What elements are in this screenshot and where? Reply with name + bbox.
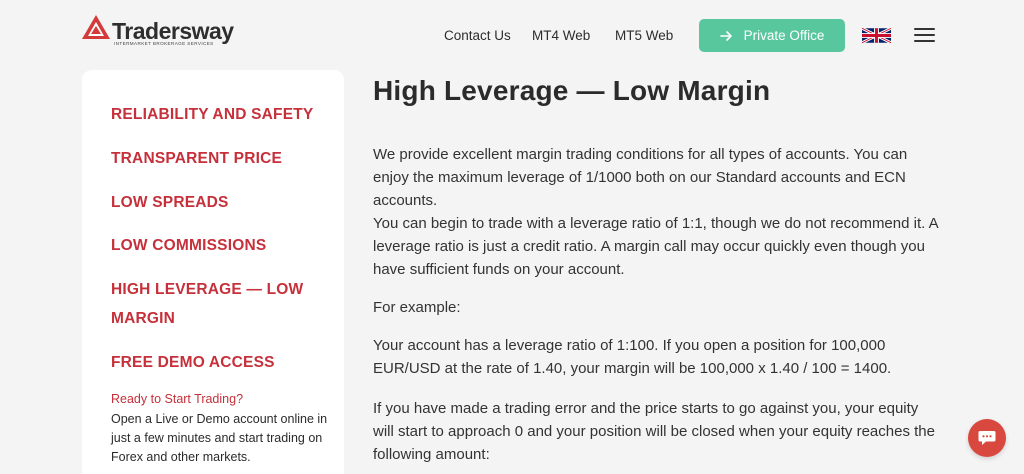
- paragraph-example-label: For example:: [373, 299, 461, 316]
- sidebar-item-transparent-price[interactable]: TRANSPARENT PRICE: [111, 144, 326, 173]
- cta-title: Ready to Start Trading?: [111, 392, 244, 406]
- private-office-button[interactable]: Private Office: [699, 19, 845, 52]
- sidebar-item-free-demo[interactable]: FREE DEMO ACCESS: [111, 348, 326, 377]
- nav-mt4-web[interactable]: MT4 Web: [532, 28, 590, 43]
- chat-button[interactable]: [968, 419, 1006, 457]
- uk-flag-icon[interactable]: [862, 28, 891, 43]
- login-arrow-icon: [719, 30, 732, 41]
- cta-text: Open a Live or Demo account online in ju…: [111, 412, 328, 464]
- nav-mt5-web[interactable]: MT5 Web: [615, 28, 673, 43]
- private-office-label: Private Office: [743, 28, 825, 43]
- sidebar-item-low-commissions[interactable]: LOW COMMISSIONS: [111, 231, 326, 260]
- paragraph-trading-error: If you have made a trading error and the…: [373, 400, 935, 464]
- site-header: Tradersway INTERMARKET BROKERAGE SERVICE…: [0, 0, 1024, 70]
- page-title: High Leverage — Low Margin: [373, 75, 771, 106]
- sidebar: RELIABILITY AND SAFETY TRANSPARENT PRICE…: [82, 70, 344, 474]
- logo-triangle-icon: [82, 15, 110, 39]
- tradersway-logo[interactable]: Tradersway INTERMARKET BROKERAGE SERVICE…: [82, 14, 234, 50]
- paragraph-example: Your account has a leverage ratio of 1:1…: [373, 337, 892, 378]
- paragraph-intro: We provide excellent margin trading cond…: [373, 146, 908, 210]
- nav-contact-us[interactable]: Contact Us: [444, 28, 511, 43]
- logo-tagline: INTERMARKET BROKERAGE SERVICES: [114, 41, 214, 46]
- paragraph-leverage: You can begin to trade with a leverage r…: [373, 215, 938, 279]
- sidebar-item-low-spreads[interactable]: LOW SPREADS: [111, 188, 326, 217]
- sidebar-item-high-leverage[interactable]: HIGH LEVERAGE — LOW MARGIN: [111, 275, 326, 333]
- sidebar-item-reliability[interactable]: RELIABILITY AND SAFETY: [111, 100, 326, 129]
- chat-bubble-icon: [978, 431, 996, 445]
- hamburger-menu-icon[interactable]: [914, 28, 936, 43]
